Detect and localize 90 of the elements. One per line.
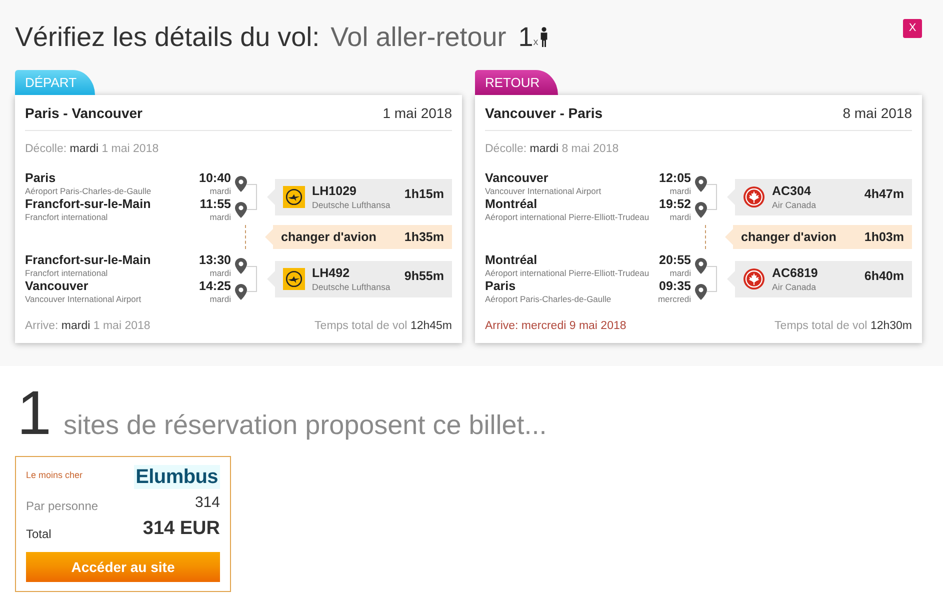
site-logo: Elumbus [134,464,220,488]
flight-duration: 9h55m [404,268,444,284]
flight-number: AC304 [772,184,812,198]
person-icon [539,27,550,47]
weekday-text: mardi [210,293,231,305]
city-name: Paris [25,171,56,185]
connector-bracket [247,184,257,210]
city-name: Montréal [485,197,538,211]
weekday-text: mercredi [658,293,691,305]
emblem-logo-icon [283,186,305,208]
airport-name: Vancouver International Airport [25,293,142,305]
connector-bracket [707,266,717,292]
city-name: Vancouver [485,171,548,185]
map-pin-icon [695,258,707,274]
connection-duration: 1h03m [864,228,904,246]
weekday-text: mardi [670,267,691,279]
per-person-price: 314 [194,493,220,513]
airport-name: Aéroport international Pierre-Elliott-Trudeau [485,267,650,279]
airport-name: Aéroport Paris-Charles-de-Gaulle [25,185,152,197]
leg-label: DÉPART [15,70,95,95]
city-name: Montréal [485,253,538,267]
airport-name: Vancouver International Airport [485,185,602,197]
per-person-label: Par personne [26,498,98,514]
departure-date-text: Décolle: mardi 8 mai 2018 [485,142,620,157]
leg-date: 1 mai 2018 [382,104,452,123]
flight-number: AC6819 [772,266,819,280]
connector-bracket [707,184,717,210]
airport-name: Francfort international [25,267,108,279]
offer-count: 1 [17,384,52,444]
stop-time: 20:55 [659,253,691,267]
leg-date: 8 mai 2018 [842,104,912,123]
map-pin-icon [235,202,247,218]
map-pin-icon [695,284,707,300]
arrival-date-text: Arrive: mardi 1 mai 2018 [25,319,150,334]
leaf-logo-icon [743,186,765,208]
weekday-text: mardi [210,267,231,279]
weekday-text: mardi [210,185,231,197]
flight-number: LH1029 [312,184,358,198]
stop-time: 09:35 [659,279,691,293]
weekday-text: mardi [670,211,691,223]
airport-name: Aéroport international Pierre-Elliott-Trudeau [485,211,650,223]
connection-duration: 1h35m [404,228,444,246]
map-pin-icon [235,258,247,274]
city-name: Paris [485,279,516,293]
page-title: Vérifiez les détails du vol: [15,21,320,54]
connection-label: changer d'avion [741,228,836,246]
city-name: Francfort-sur-le-Main [25,253,151,267]
departure-date-text: Décolle: mardi 1 mai 2018 [25,142,160,157]
close-button[interactable]: X [903,18,922,38]
flight-duration: 4h47m [864,186,904,202]
connection-label: changer d'avion [281,228,376,246]
cheapest-label: Le moins cher [26,468,83,482]
offers-heading: sites de réservation proposent ce billet... [63,409,547,442]
airline-name: Air Canada [772,280,818,292]
emblem-logo-icon [283,268,305,290]
city-name: Vancouver [25,279,88,293]
leg-label: RETOUR [475,70,558,95]
connector-bracket [247,266,257,292]
total-price: 314 EUR [142,516,220,540]
airline-name: Deutsche Lufthansa [312,280,392,292]
airline-name: Deutsche Lufthansa [312,198,392,210]
arrival-date-text: Arrive: mercredi 9 mai 2018 [485,319,626,334]
traveller-count: 1 [518,21,534,54]
stop-time: 13:30 [199,253,231,267]
weekday-text: mardi [670,185,691,197]
total-flight-time: Temps total de vol 12h30m [774,319,912,334]
stop-time: 14:25 [199,279,231,293]
airport-name: Francfort international [25,211,108,223]
map-pin-icon [235,284,247,300]
stop-time: 19:52 [659,197,691,211]
stop-time: 10:40 [199,171,231,185]
leaf-logo-icon [743,268,765,290]
flight-duration: 1h15m [404,186,444,202]
airport-name: Aéroport Paris-Charles-de-Gaulle [485,293,612,305]
map-pin-icon [235,176,247,192]
airline-name: Air Canada [772,198,818,210]
trip-type: Vol aller-retour [330,21,506,54]
weekday-text: mardi [210,211,231,223]
stop-time: 11:55 [200,197,231,211]
flight-number: LH492 [312,266,351,280]
route-title: Paris - Vancouver [25,104,143,123]
total-label: Total [26,526,52,543]
total-flight-time: Temps total de vol 12h45m [314,319,452,334]
flight-duration: 6h40m [864,268,904,284]
city-name: Francfort-sur-le-Main [25,197,151,211]
stop-time: 12:05 [659,171,691,185]
route-title: Vancouver - Paris [485,104,603,123]
map-pin-icon [695,176,707,192]
map-pin-icon [695,202,707,218]
traveller-multiplier: x [533,36,538,50]
